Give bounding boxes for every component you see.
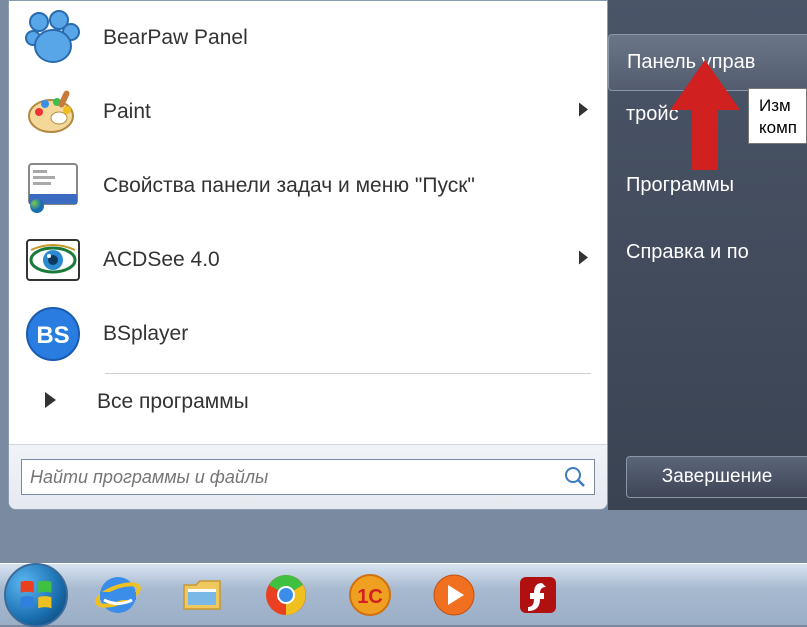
tooltip-line: Изм <box>759 96 791 115</box>
start-menu-right-pane: Панель управ тройс Программы Справка и п… <box>608 0 807 510</box>
recent-programs-list: BearPaw Panel Paint <box>9 1 607 444</box>
menu-item-label: Свойства панели задач и меню "Пуск" <box>103 174 475 198</box>
acdsee-icon <box>25 232 81 288</box>
paint-icon <box>25 84 81 140</box>
all-programs[interactable]: Все программы <box>15 374 601 430</box>
tooltip-line: комп <box>759 118 797 137</box>
menu-item-label: ACDSee 4.0 <box>103 248 220 272</box>
menu-item-paint[interactable]: Paint <box>15 75 601 149</box>
taskbar-flash[interactable] <box>498 566 578 624</box>
start-button[interactable] <box>4 563 68 627</box>
shutdown-area: Завершение <box>626 456 807 498</box>
menu-item-bearpaw[interactable]: BearPaw Panel <box>15 1 601 75</box>
submenu-arrow-icon <box>579 103 589 122</box>
search-box[interactable] <box>21 459 595 495</box>
all-programs-label: Все программы <box>97 390 249 414</box>
taskbar-chrome[interactable] <box>246 566 326 624</box>
search-input[interactable] <box>30 467 564 488</box>
tooltip: Изм комп <box>748 88 807 144</box>
svg-text:1C: 1C <box>357 586 383 608</box>
taskbar-wmp[interactable] <box>414 566 494 624</box>
taskbar-explorer[interactable] <box>162 566 242 624</box>
control-panel-link[interactable]: Панель управ <box>608 34 807 91</box>
folder-icon <box>178 571 226 619</box>
help-link[interactable]: Справка и по <box>608 223 807 282</box>
menu-item-label: BSplayer <box>103 322 188 346</box>
menu-item-bsplayer[interactable]: BS BSplayer <box>15 297 601 371</box>
right-panel-label: Программы <box>626 174 734 196</box>
wmp-icon <box>430 571 478 619</box>
search-area <box>9 444 607 509</box>
menu-item-taskbar-props[interactable]: Свойства панели задач и меню "Пуск" <box>15 149 601 223</box>
search-icon <box>564 466 586 488</box>
shutdown-button[interactable]: Завершение <box>626 456 807 498</box>
menu-item-label: BearPaw Panel <box>103 26 248 50</box>
menu-item-acdsee[interactable]: ACDSee 4.0 <box>15 223 601 297</box>
all-programs-arrow-icon <box>45 392 57 413</box>
right-panel-label: Справка и по <box>626 241 749 263</box>
flash-icon <box>514 571 562 619</box>
start-menu-left-pane: BearPaw Panel Paint <box>8 0 608 510</box>
programs-link[interactable]: Программы <box>608 156 807 215</box>
bsplayer-icon: BS <box>25 306 81 362</box>
bearpaw-icon <box>25 10 81 66</box>
submenu-arrow-icon <box>579 251 589 270</box>
chrome-icon <box>262 571 310 619</box>
taskbar-props-icon <box>25 158 81 214</box>
menu-item-label: Paint <box>103 100 151 124</box>
shutdown-label: Завершение <box>662 466 773 488</box>
right-panel-label: Панель управ <box>627 51 755 73</box>
taskbar-ie[interactable] <box>78 566 158 624</box>
ie-icon <box>94 571 142 619</box>
svg-text:BS: BS <box>36 322 69 349</box>
taskbar-1c[interactable]: 1C <box>330 566 410 624</box>
1c-icon: 1C <box>346 571 394 619</box>
right-panel-label: тройс <box>626 103 679 125</box>
taskbar: 1C <box>0 563 807 625</box>
